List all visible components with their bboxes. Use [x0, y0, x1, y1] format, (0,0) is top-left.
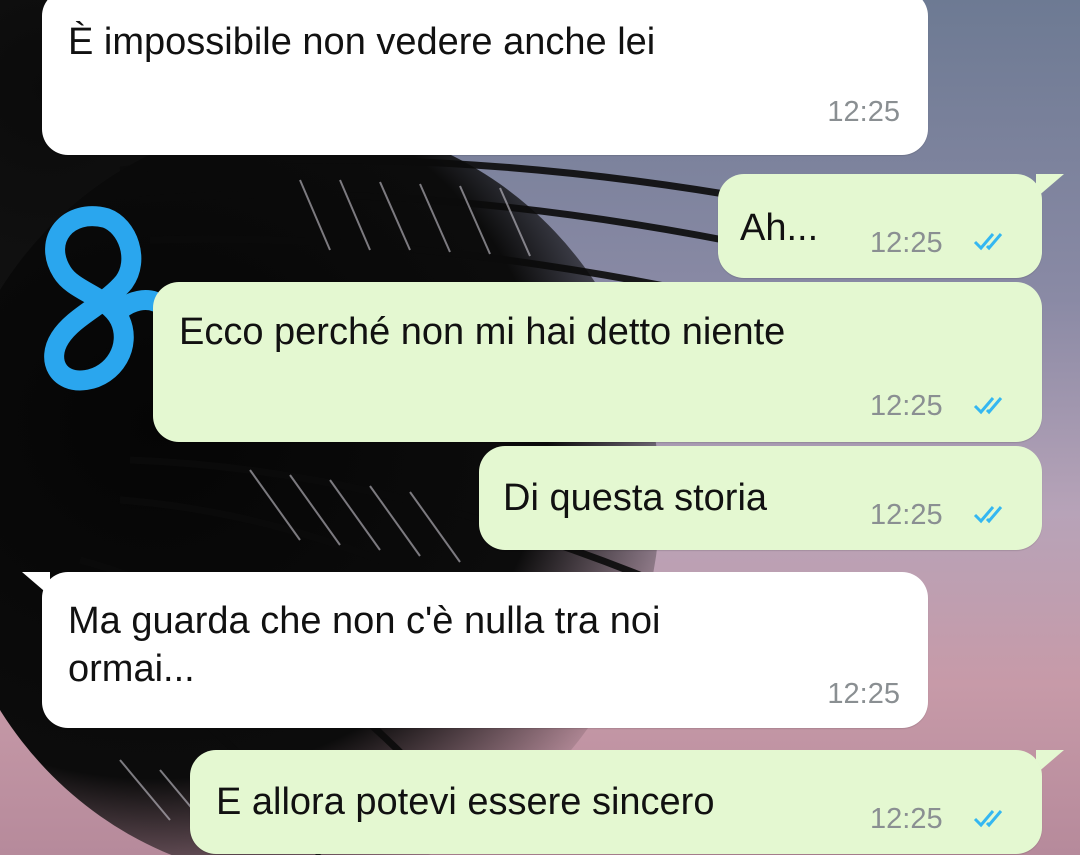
message-time: 12:25 — [870, 803, 943, 835]
message-bubble-outgoing[interactable]: Ah... 12:25 — [718, 174, 1042, 278]
double-check-icon — [973, 506, 1003, 524]
message-bubble-incoming[interactable]: È impossibile non vedere anche lei 12:25 — [42, 0, 928, 155]
message-text: E allora potevi essere sincero — [216, 781, 715, 823]
message-time: 12:25 — [870, 227, 943, 259]
message-text: Di questa storia — [503, 477, 768, 519]
message-text: Ma guarda che non c'è nulla tra noi orma… — [68, 600, 661, 690]
message-bubble-outgoing[interactable]: Di questa storia 12:25 — [479, 446, 1042, 550]
message-text: Ah... — [740, 207, 819, 249]
message-text: È impossibile non vedere anche lei — [68, 21, 656, 63]
message-bubble-outgoing[interactable]: Ecco perché non mi hai detto niente 12:2… — [153, 282, 1042, 442]
double-check-icon — [973, 810, 1003, 828]
message-time: 12:25 — [870, 499, 943, 531]
double-check-icon — [973, 233, 1003, 251]
double-check-icon — [973, 397, 1003, 415]
message-time: 12:25 — [870, 390, 943, 422]
message-time: 12:25 — [827, 96, 900, 128]
message-bubble-incoming[interactable]: Ma guarda che non c'è nulla tra noi orma… — [42, 572, 928, 728]
message-bubble-outgoing[interactable]: E allora potevi essere sincero 12:25 — [190, 750, 1042, 854]
message-text: Ecco perché non mi hai detto niente — [179, 311, 786, 353]
handwritten-8-scribble — [44, 206, 158, 391]
message-time: 12:25 — [827, 678, 900, 710]
